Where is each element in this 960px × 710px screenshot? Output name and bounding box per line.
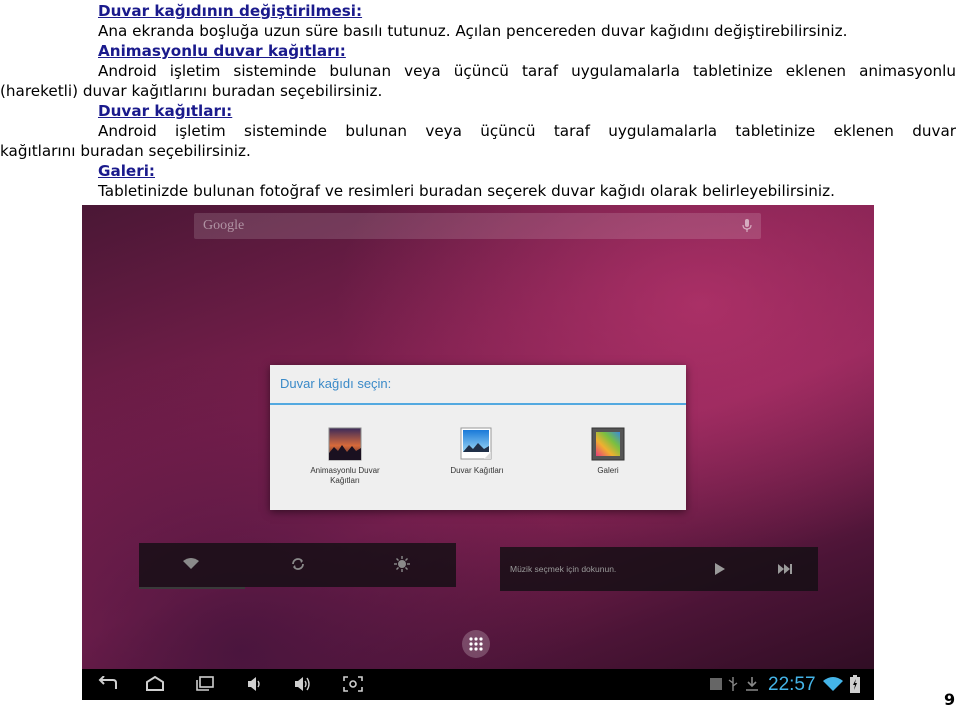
paragraph-line: Android işletim sisteminde bulunan veya … — [98, 122, 956, 140]
heading-live-wallpapers: Animasyonlu duvar kağıtları: — [98, 42, 346, 60]
brightness-icon[interactable] — [394, 556, 410, 572]
usb-icon — [728, 677, 738, 691]
next-track-icon[interactable] — [778, 564, 792, 574]
battery-icon — [850, 675, 860, 693]
dialog-divider — [270, 403, 686, 405]
page-number: 9 — [944, 690, 956, 709]
power-control-widget — [139, 543, 456, 589]
paragraph-line: (hareketli) duvar kağıtlarını buradan se… — [0, 82, 383, 100]
sync-icon[interactable] — [290, 556, 306, 572]
volume-down-icon[interactable] — [247, 676, 263, 692]
option-wallpapers[interactable]: Duvar Kağıtları — [422, 427, 532, 476]
dialog-title: Duvar kağıdı seçin: — [280, 376, 392, 391]
live-wallpaper-icon — [328, 427, 362, 461]
recent-apps-icon[interactable] — [195, 676, 215, 692]
system-nav-bar: 22:57 — [82, 669, 874, 700]
music-widget[interactable]: Müzik seçmek için dokunun. — [500, 547, 818, 591]
search-placeholder: Google — [203, 218, 245, 233]
paragraph-line: kağıtlarını buradan seçebilirsiniz. — [0, 142, 251, 160]
gallery-icon — [591, 427, 625, 461]
wifi-signal-icon — [823, 677, 843, 691]
paragraph-line: Ana ekranda boşluğa uzun süre basılı tut… — [98, 22, 848, 40]
wifi-icon[interactable] — [183, 558, 199, 570]
widget-divider — [139, 587, 245, 589]
music-widget-text: Müzik seçmek için dokunun. — [510, 564, 617, 574]
google-search-bar[interactable]: Google — [194, 213, 761, 239]
play-icon[interactable] — [715, 563, 725, 575]
tablet-screenshot: Google Duvar kağıdı seçin: Animasyonlu D… — [82, 205, 874, 700]
all-apps-button[interactable] — [462, 630, 490, 658]
option-label: Duvar Kağıtları — [450, 466, 504, 475]
paragraph-line: Android işletim sisteminde bulunan veya … — [98, 62, 956, 80]
wallpapers-icon — [460, 427, 492, 460]
screenshot-icon[interactable] — [343, 676, 363, 692]
back-icon[interactable] — [96, 676, 118, 692]
volume-up-icon[interactable] — [294, 676, 314, 692]
paragraph-line: Tabletinizde bulunan fotoğraf ve resimle… — [98, 182, 835, 200]
home-icon[interactable] — [144, 676, 166, 692]
option-label: Animasyonlu Duvar Kağıtları — [310, 466, 380, 485]
option-gallery[interactable]: Galeri — [553, 427, 663, 476]
heading-gallery: Galeri: — [98, 162, 155, 180]
option-label: Galeri — [597, 466, 619, 475]
apps-grid-icon — [469, 637, 483, 651]
status-clock[interactable]: 22:57 — [768, 674, 816, 696]
heading-change-wallpaper: Duvar kağıdının değiştirilmesi: — [98, 2, 363, 20]
mic-icon[interactable] — [742, 219, 752, 233]
download-icon — [746, 677, 758, 691]
notification-icon — [710, 678, 722, 690]
heading-wallpapers: Duvar kağıtları: — [98, 102, 233, 120]
wallpaper-chooser-dialog: Duvar kağıdı seçin: Animasyonlu Duvar Ka… — [270, 365, 686, 510]
option-live-wallpapers[interactable]: Animasyonlu Duvar Kağıtları — [290, 427, 400, 486]
